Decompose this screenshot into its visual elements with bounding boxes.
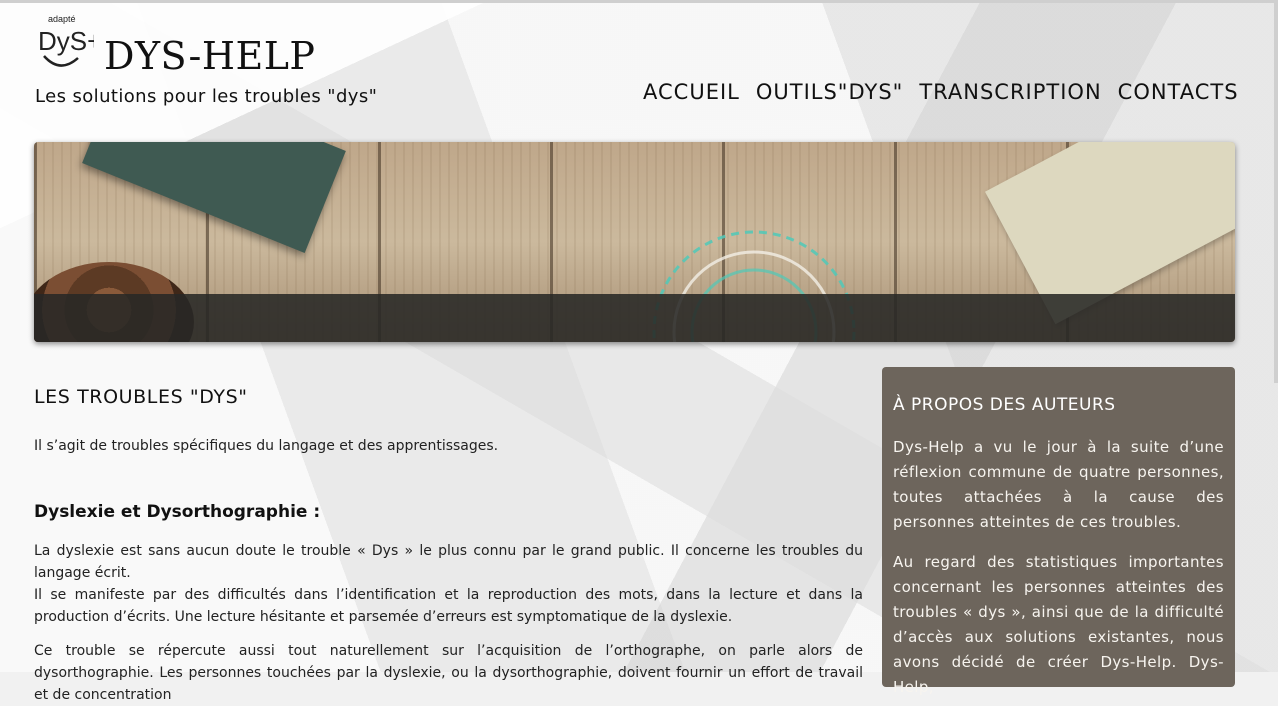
site-title[interactable]: DYS-HELP	[104, 34, 316, 78]
page-title: LES TROUBLES "DYS"	[34, 386, 248, 408]
nav-item-accueil[interactable]: ACCUEIL	[643, 80, 740, 104]
banner-caption-strip	[34, 294, 1235, 342]
nav-item-outils-dys[interactable]: OUTILS"DYS"	[756, 80, 903, 104]
paragraph-3: Ce trouble se répercute aussi tout natur…	[34, 643, 863, 703]
banner-book	[82, 142, 346, 253]
nav-item-transcription[interactable]: TRANSCRIPTION	[919, 80, 1101, 104]
section-title: Dyslexie et Dysorthographie :	[34, 502, 321, 522]
site-logo[interactable]: adapté DyS+	[34, 12, 102, 74]
main-content: LES TROUBLES "DYS" Il s’agit de troubles…	[34, 386, 864, 703]
paragraph-2: Il se manifeste par des difficultés dans…	[34, 587, 863, 625]
browser-top-edge	[0, 0, 1278, 3]
nav-item-contacts[interactable]: CONTACTS	[1118, 80, 1239, 104]
about-authors-panel: À PROPOS DES AUTEURS Dys-Help a vu le jo…	[882, 367, 1235, 696]
logo-top-text: adapté	[48, 14, 76, 24]
sidebar-paragraph-1: Dys-Help a vu le jour à la suite d’une r…	[893, 438, 1224, 531]
dys-logo-icon: adapté DyS+	[38, 14, 102, 67]
paragraph-1: La dyslexie est sans aucun doute le trou…	[34, 543, 863, 581]
main-nav: ACCUEIL OUTILS"DYS" TRANSCRIPTION CONTAC…	[643, 80, 1239, 104]
sidebar-paragraph-2: Au regard des statistiques importantes c…	[893, 553, 1224, 696]
scrollbar[interactable]	[1274, 3, 1278, 383]
header-banner	[34, 142, 1235, 342]
logo-text: DyS+	[38, 26, 94, 56]
intro-text: Il s’agit de troubles spécifiques du lan…	[34, 438, 499, 454]
tagline: Les solutions pour les troubles "dys"	[35, 86, 378, 107]
sidebar-title: À PROPOS DES AUTEURS	[893, 395, 1116, 415]
